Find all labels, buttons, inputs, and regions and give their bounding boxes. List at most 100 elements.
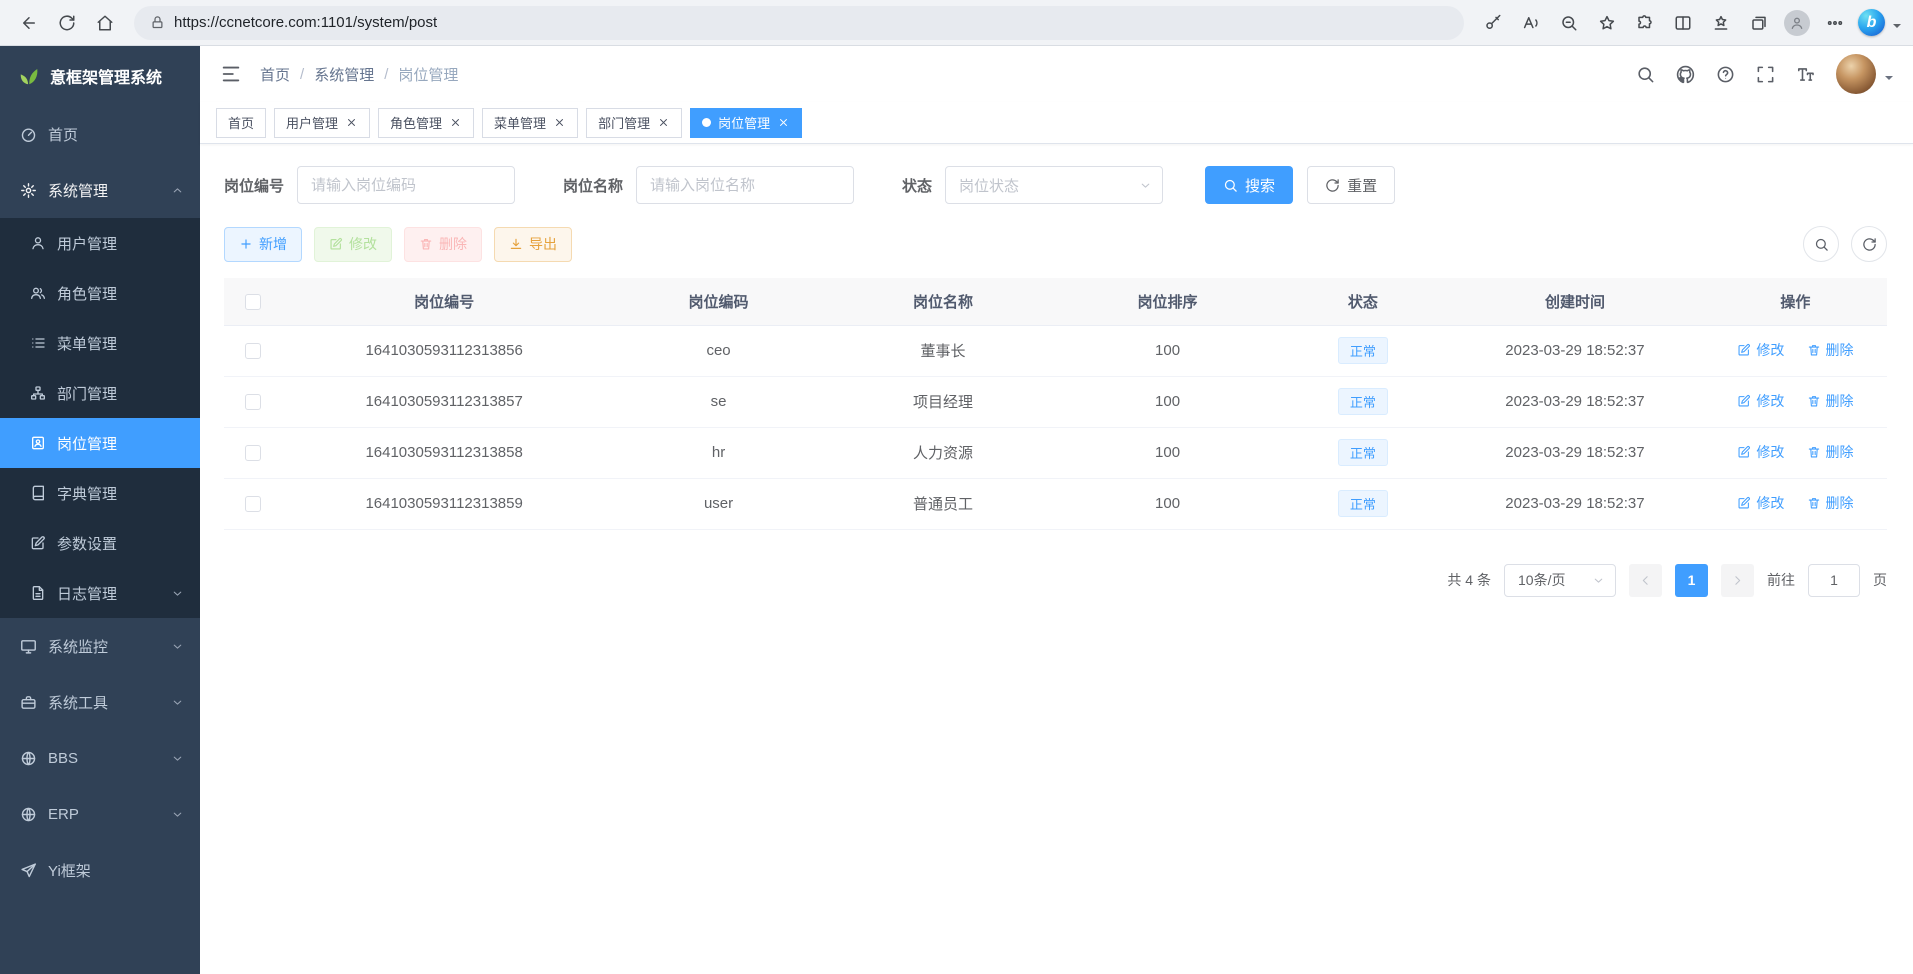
tab-role-mgmt[interactable]: 角色管理 (378, 108, 474, 138)
row-edit-link[interactable]: 修改 (1737, 442, 1784, 462)
tab-post-mgmt[interactable]: 岗位管理 (690, 108, 802, 138)
row-checkbox[interactable] (245, 343, 261, 359)
refresh-table-button[interactable] (1851, 226, 1887, 262)
sidebar-item-user-mgmt[interactable]: 用户管理 (0, 218, 200, 268)
total-count: 共 4 条 (1447, 570, 1491, 590)
bing-caret-icon[interactable] (1893, 24, 1901, 32)
post-name-label: 岗位名称 (563, 175, 623, 196)
add-button[interactable]: 新增 (224, 227, 302, 262)
post-code-input[interactable] (297, 166, 515, 204)
delete-button[interactable]: 删除 (404, 227, 482, 262)
sidebar-item-menu-mgmt[interactable]: 菜单管理 (0, 318, 200, 368)
row-checkbox[interactable] (245, 394, 261, 410)
row-delete-link[interactable]: 删除 (1807, 340, 1854, 360)
font-size-icon[interactable] (1796, 65, 1815, 84)
row-delete-link[interactable]: 删除 (1807, 493, 1854, 513)
sidebar-item-dept-mgmt[interactable]: 部门管理 (0, 368, 200, 418)
goto-page-input[interactable] (1808, 564, 1860, 597)
favorites-bar-icon[interactable] (1702, 5, 1740, 41)
globe-icon (20, 806, 37, 823)
post-name-input[interactable] (636, 166, 854, 204)
collections-icon[interactable] (1740, 5, 1778, 41)
collapse-sidebar-button[interactable] (220, 63, 242, 85)
sidebar-item-dict-mgmt[interactable]: 字典管理 (0, 468, 200, 518)
close-icon[interactable] (449, 116, 462, 129)
sidebar-item-label: 字典管理 (57, 483, 117, 504)
status-badge: 正常 (1338, 337, 1388, 364)
sidebar-item-bbs[interactable]: BBS (0, 730, 200, 786)
delete-link-label: 删除 (1826, 442, 1854, 462)
split-screen-icon[interactable] (1664, 5, 1702, 41)
page-size-select[interactable]: 10条/页 (1504, 564, 1616, 597)
read-aloud-icon[interactable] (1512, 5, 1550, 41)
tab-user-mgmt[interactable]: 用户管理 (274, 108, 370, 138)
status-select[interactable]: 岗位状态 (945, 166, 1163, 204)
sidebar-item-role-mgmt[interactable]: 角色管理 (0, 268, 200, 318)
cell-post-id: 1641030593112313857 (282, 376, 606, 427)
sidebar-item-tools[interactable]: 系统工具 (0, 674, 200, 730)
toggle-search-button[interactable] (1803, 226, 1839, 262)
bing-icon[interactable]: b (1858, 9, 1885, 36)
profile-button[interactable] (1778, 5, 1816, 41)
sidebar-item-param-settings[interactable]: 参数设置 (0, 518, 200, 568)
address-bar[interactable]: https://ccnetcore.com:1101/system/post (134, 6, 1464, 40)
row-checkbox[interactable] (245, 496, 261, 512)
back-button[interactable] (10, 5, 48, 41)
sidebar-item-erp[interactable]: ERP (0, 786, 200, 842)
tab-dept-mgmt[interactable]: 部门管理 (586, 108, 682, 138)
row-edit-link[interactable]: 修改 (1737, 391, 1784, 411)
github-icon[interactable] (1676, 65, 1695, 84)
list-icon (30, 335, 46, 351)
browser-home-button[interactable] (86, 5, 124, 41)
sidebar-item-system[interactable]: 系统管理 (0, 162, 200, 218)
post-code-label: 岗位编号 (224, 175, 284, 196)
app-logo: 意框架管理系统 (0, 46, 200, 106)
close-icon[interactable] (777, 116, 790, 129)
close-icon[interactable] (657, 116, 670, 129)
search-icon[interactable] (1636, 65, 1655, 84)
page-content: 岗位编号 岗位名称 状态 岗位状态 搜索 (200, 144, 1913, 974)
select-all-checkbox[interactable] (245, 294, 261, 310)
row-delete-link[interactable]: 删除 (1807, 442, 1854, 462)
active-tab-dot (702, 118, 711, 127)
edit-link-label: 修改 (1756, 442, 1784, 462)
export-button[interactable]: 导出 (494, 227, 572, 262)
search-button[interactable]: 搜索 (1205, 166, 1293, 204)
more-icon[interactable] (1816, 5, 1854, 41)
help-icon[interactable] (1716, 65, 1735, 84)
breadcrumb-home[interactable]: 首页 (260, 64, 290, 85)
sidebar-item-log-mgmt[interactable]: 日志管理 (0, 568, 200, 618)
zoom-icon[interactable] (1550, 5, 1588, 41)
favorites-icon[interactable] (1588, 5, 1626, 41)
search-form: 岗位编号 岗位名称 状态 岗位状态 搜索 (224, 166, 1887, 204)
row-delete-link[interactable]: 删除 (1807, 391, 1854, 411)
breadcrumb-section[interactable]: 系统管理 (314, 64, 374, 85)
tab-menu-mgmt[interactable]: 菜单管理 (482, 108, 578, 138)
key-icon[interactable] (1474, 5, 1512, 41)
refresh-button[interactable] (48, 5, 86, 41)
extensions-icon[interactable] (1626, 5, 1664, 41)
close-icon[interactable] (553, 116, 566, 129)
sidebar-item-post-mgmt[interactable]: 岗位管理 (0, 418, 200, 468)
avatar-caret-icon[interactable] (1885, 76, 1893, 84)
page-number-button[interactable]: 1 (1675, 564, 1708, 597)
user-avatar[interactable] (1836, 54, 1876, 94)
sidebar-item-label: 系统工具 (48, 692, 108, 713)
row-edit-link[interactable]: 修改 (1737, 340, 1784, 360)
sidebar-item-yi-framework[interactable]: Yi框架 (0, 842, 200, 898)
row-checkbox[interactable] (245, 445, 261, 461)
site-info-icon[interactable] (150, 15, 165, 30)
edit-button[interactable]: 修改 (314, 227, 392, 262)
toolbox-icon (20, 694, 37, 711)
reset-button-label: 重置 (1347, 175, 1377, 196)
fullscreen-icon[interactable] (1756, 65, 1775, 84)
close-icon[interactable] (345, 116, 358, 129)
sidebar-item-monitor[interactable]: 系统监控 (0, 618, 200, 674)
reset-button[interactable]: 重置 (1307, 166, 1395, 204)
tab-home[interactable]: 首页 (216, 108, 266, 138)
breadcrumb-separator: / (300, 66, 304, 83)
next-page-button[interactable] (1721, 564, 1754, 597)
sidebar-item-home[interactable]: 首页 (0, 106, 200, 162)
prev-page-button[interactable] (1629, 564, 1662, 597)
row-edit-link[interactable]: 修改 (1737, 493, 1784, 513)
